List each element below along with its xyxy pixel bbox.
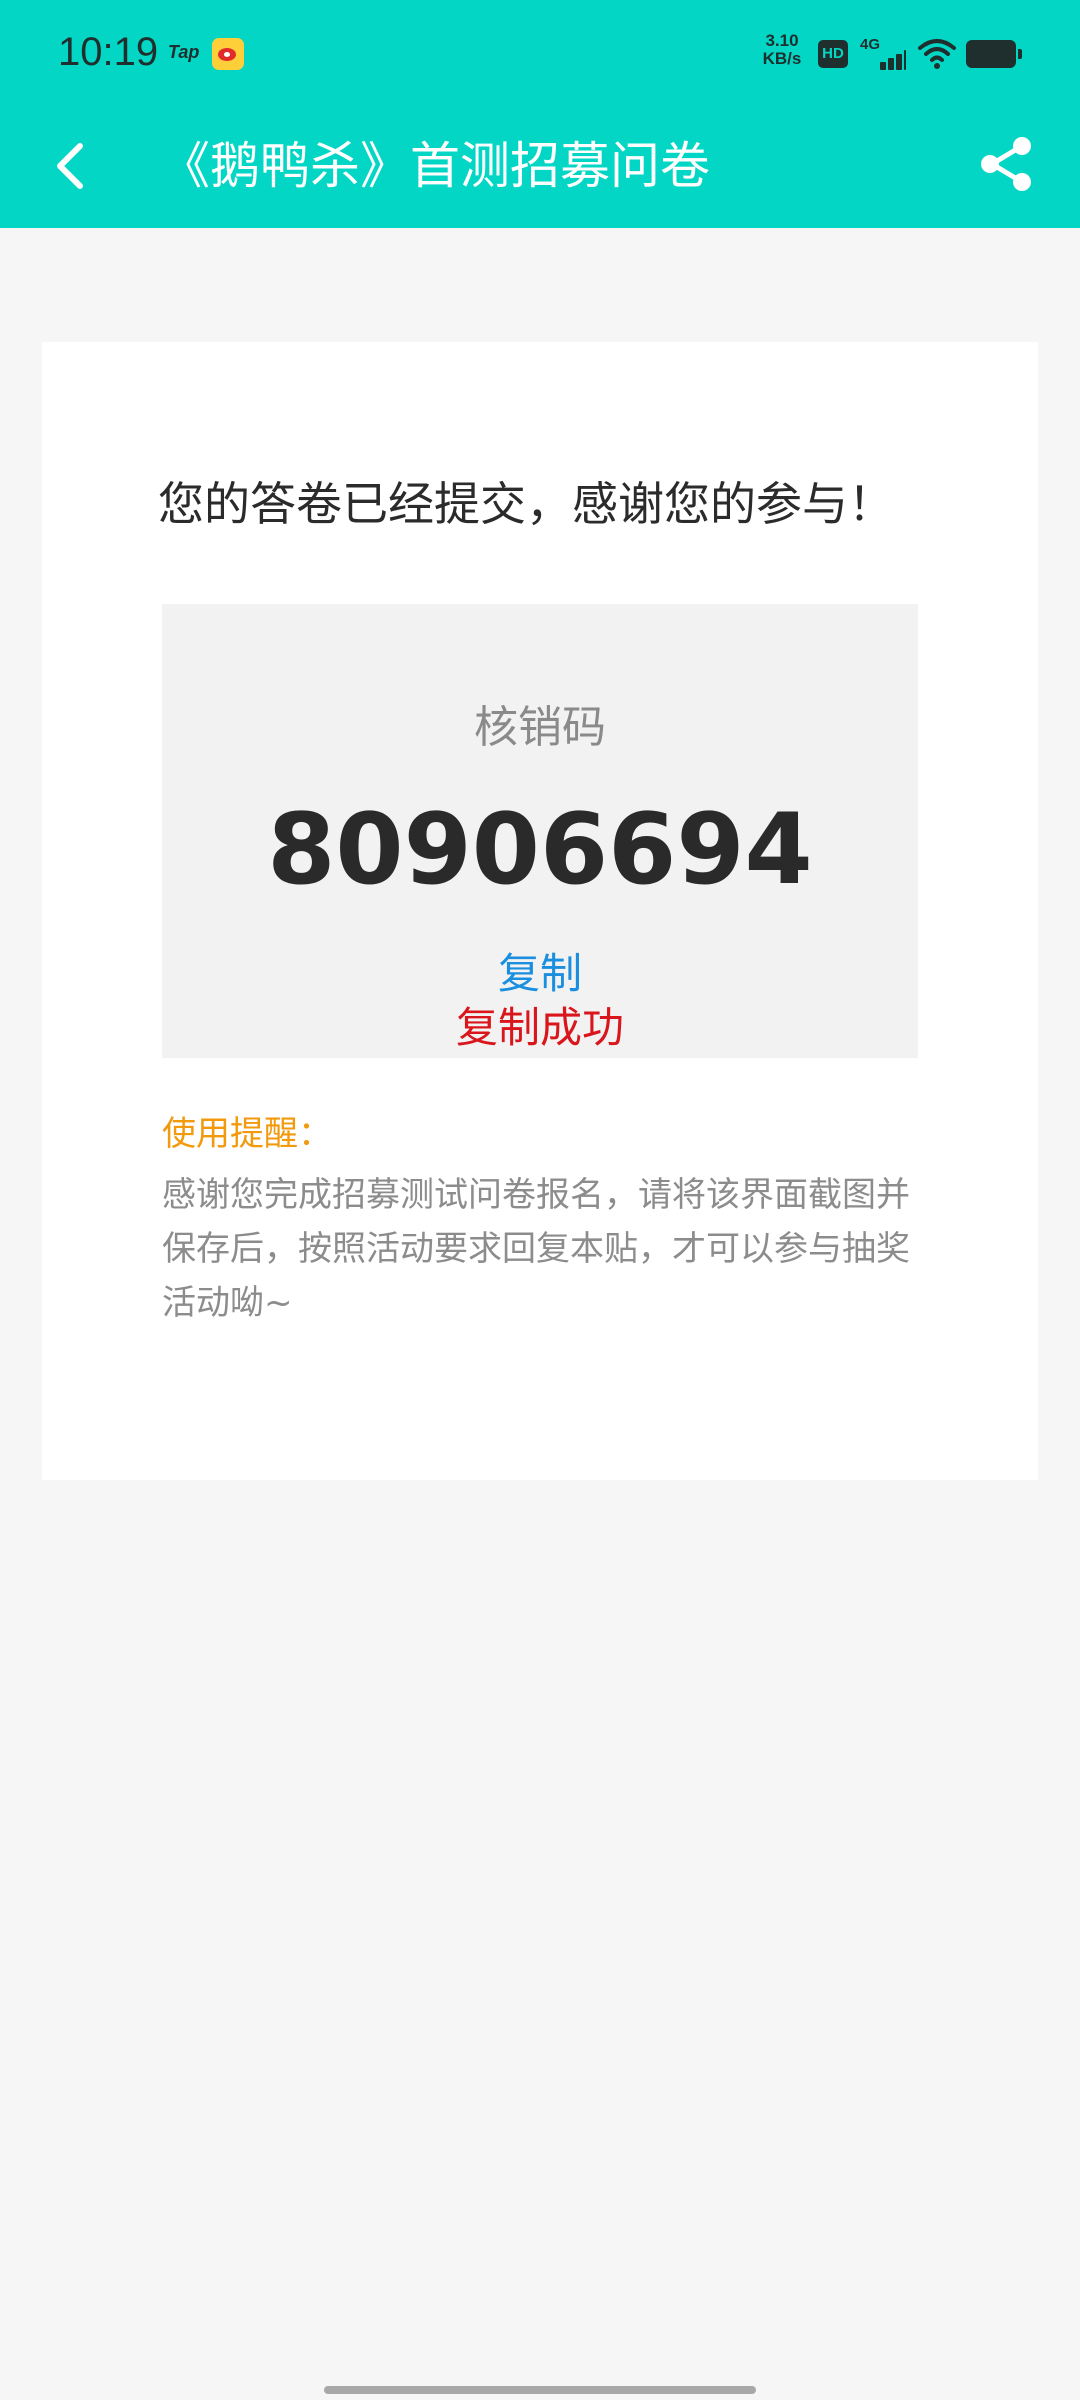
page-title: 《鹅鸭杀》首测招募问卷 [160, 137, 710, 195]
copy-button[interactable]: 复制 [440, 946, 640, 1002]
weibo-icon [212, 38, 244, 70]
share-button[interactable] [966, 124, 1046, 204]
submission-message: 您的答卷已经提交，感谢您的参与！ [158, 477, 894, 531]
signal-icon: 4G [860, 36, 906, 72]
home-indicator[interactable] [324, 2386, 756, 2394]
network-speed-value: 3.10 [765, 31, 799, 50]
hd-icon: HD [818, 40, 848, 68]
battery-icon [966, 40, 1022, 68]
share-icon [981, 137, 1031, 191]
back-button[interactable] [40, 128, 104, 204]
redemption-code-label: 核销码 [474, 702, 606, 753]
chevron-left-icon [57, 143, 83, 189]
copy-success-message: 复制成功 [455, 1003, 624, 1052]
redemption-code-value: 80906694 [267, 793, 813, 907]
reminder-title: 使用提醒： [162, 1114, 332, 1154]
status-bar: 10:19 Tap 3.10 KB/s HD 4G [0, 0, 1080, 104]
tap-icon: Tap [168, 42, 200, 62]
wifi-icon [918, 38, 956, 70]
network-type-label: 4G [860, 36, 881, 53]
redemption-code-box: 核销码 80906694 复制 复制成功 [162, 604, 918, 1058]
reminder-text: 感谢您完成招募测试问卷报名，请将该界面截图并保存后，按照活动要求回复本贴，才可以… [162, 1175, 910, 1323]
app-bar: 《鹅鸭杀》首测招募问卷 [0, 104, 1080, 228]
status-time: 10:19 [58, 30, 159, 74]
network-speed-unit: KB/s [762, 49, 802, 68]
result-card: 您的答卷已经提交，感谢您的参与！ 核销码 80906694 复制 复制成功 使用… [42, 342, 1038, 1480]
network-speed: 3.10 KB/s [754, 32, 810, 68]
